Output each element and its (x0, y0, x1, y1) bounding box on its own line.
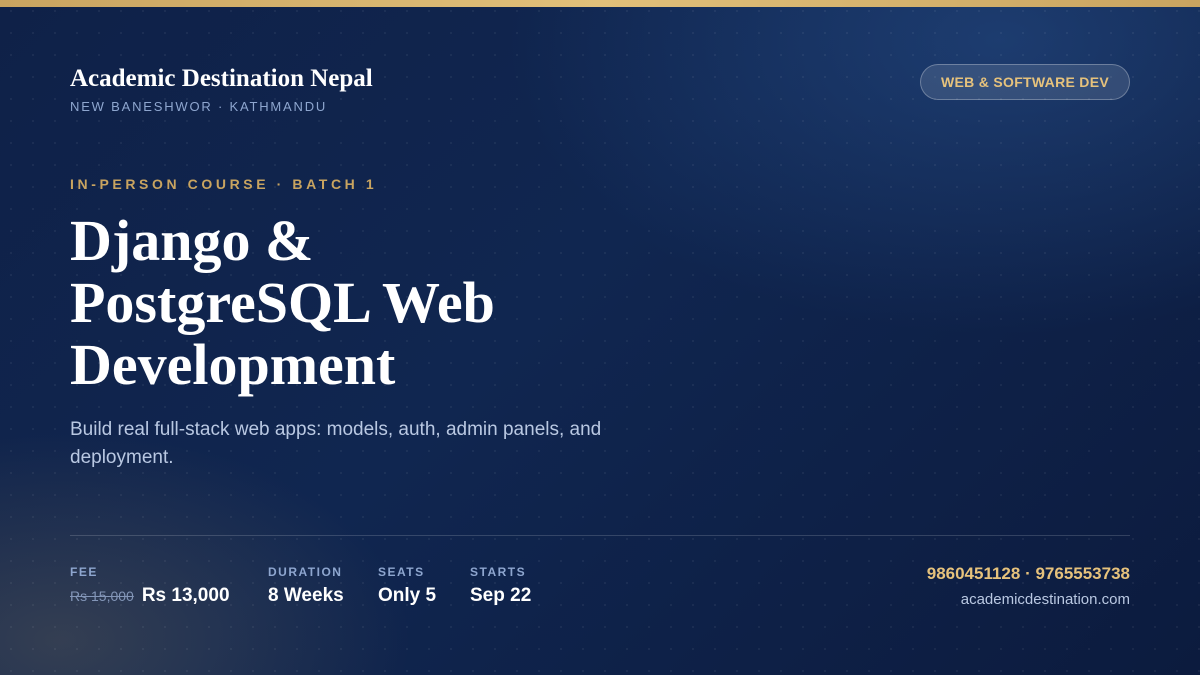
fee-label: FEE (70, 565, 98, 579)
brand-location: NEW BANESHWOR · KATHMANDU (70, 99, 328, 114)
website: academicdestination.com (960, 591, 1130, 608)
category-badge: WEB & SOFTWARE DEV (920, 64, 1130, 100)
starts-label: STARTS (470, 565, 527, 579)
title-line-2: PostgreSQL Web (70, 270, 495, 335)
seats-label: SEATS (378, 565, 425, 579)
brand-block: Academic Destination Nepal NEW BANESHWOR… (70, 64, 373, 115)
current-fee: Rs 13,000 (141, 585, 230, 606)
duration-value: 8 Weeks (268, 585, 344, 606)
brand-name: Academic Destination Nepal (70, 65, 373, 92)
course-subtitle: Build real full-stack web apps: models, … (70, 419, 602, 468)
phone-numbers: 9860451128 · 9765553738 (926, 564, 1130, 583)
fee-value-row: Rs 15,000 Rs 13,000 (70, 584, 230, 608)
stat-fee: FEE Rs 15,000 Rs 13,000 (70, 565, 230, 608)
course-banner: Academic Destination Nepal NEW BANESHWOR… (0, 0, 1200, 675)
seats-value: Only 5 (378, 585, 437, 606)
course-eyebrow: IN-PERSON COURSE · BATCH 1 (70, 176, 378, 192)
stat-duration: DURATION 8 Weeks (268, 565, 344, 608)
top-accent-bar (0, 0, 1200, 7)
contact-block: 9860451128 · 9765553738 academicdestinat… (927, 563, 1130, 609)
stat-seats: SEATS Only 5 (378, 565, 436, 608)
stat-starts: STARTS Sep 22 (470, 565, 531, 608)
title-line-3: Development (70, 332, 396, 397)
duration-label: DURATION (268, 565, 343, 579)
course-title: Django & PostgreSQL Web Development (70, 210, 630, 396)
starts-value: Sep 22 (470, 585, 532, 606)
title-line-1: Django & (70, 208, 314, 273)
divider (70, 535, 1130, 536)
old-fee: Rs 15,000 (70, 588, 134, 604)
